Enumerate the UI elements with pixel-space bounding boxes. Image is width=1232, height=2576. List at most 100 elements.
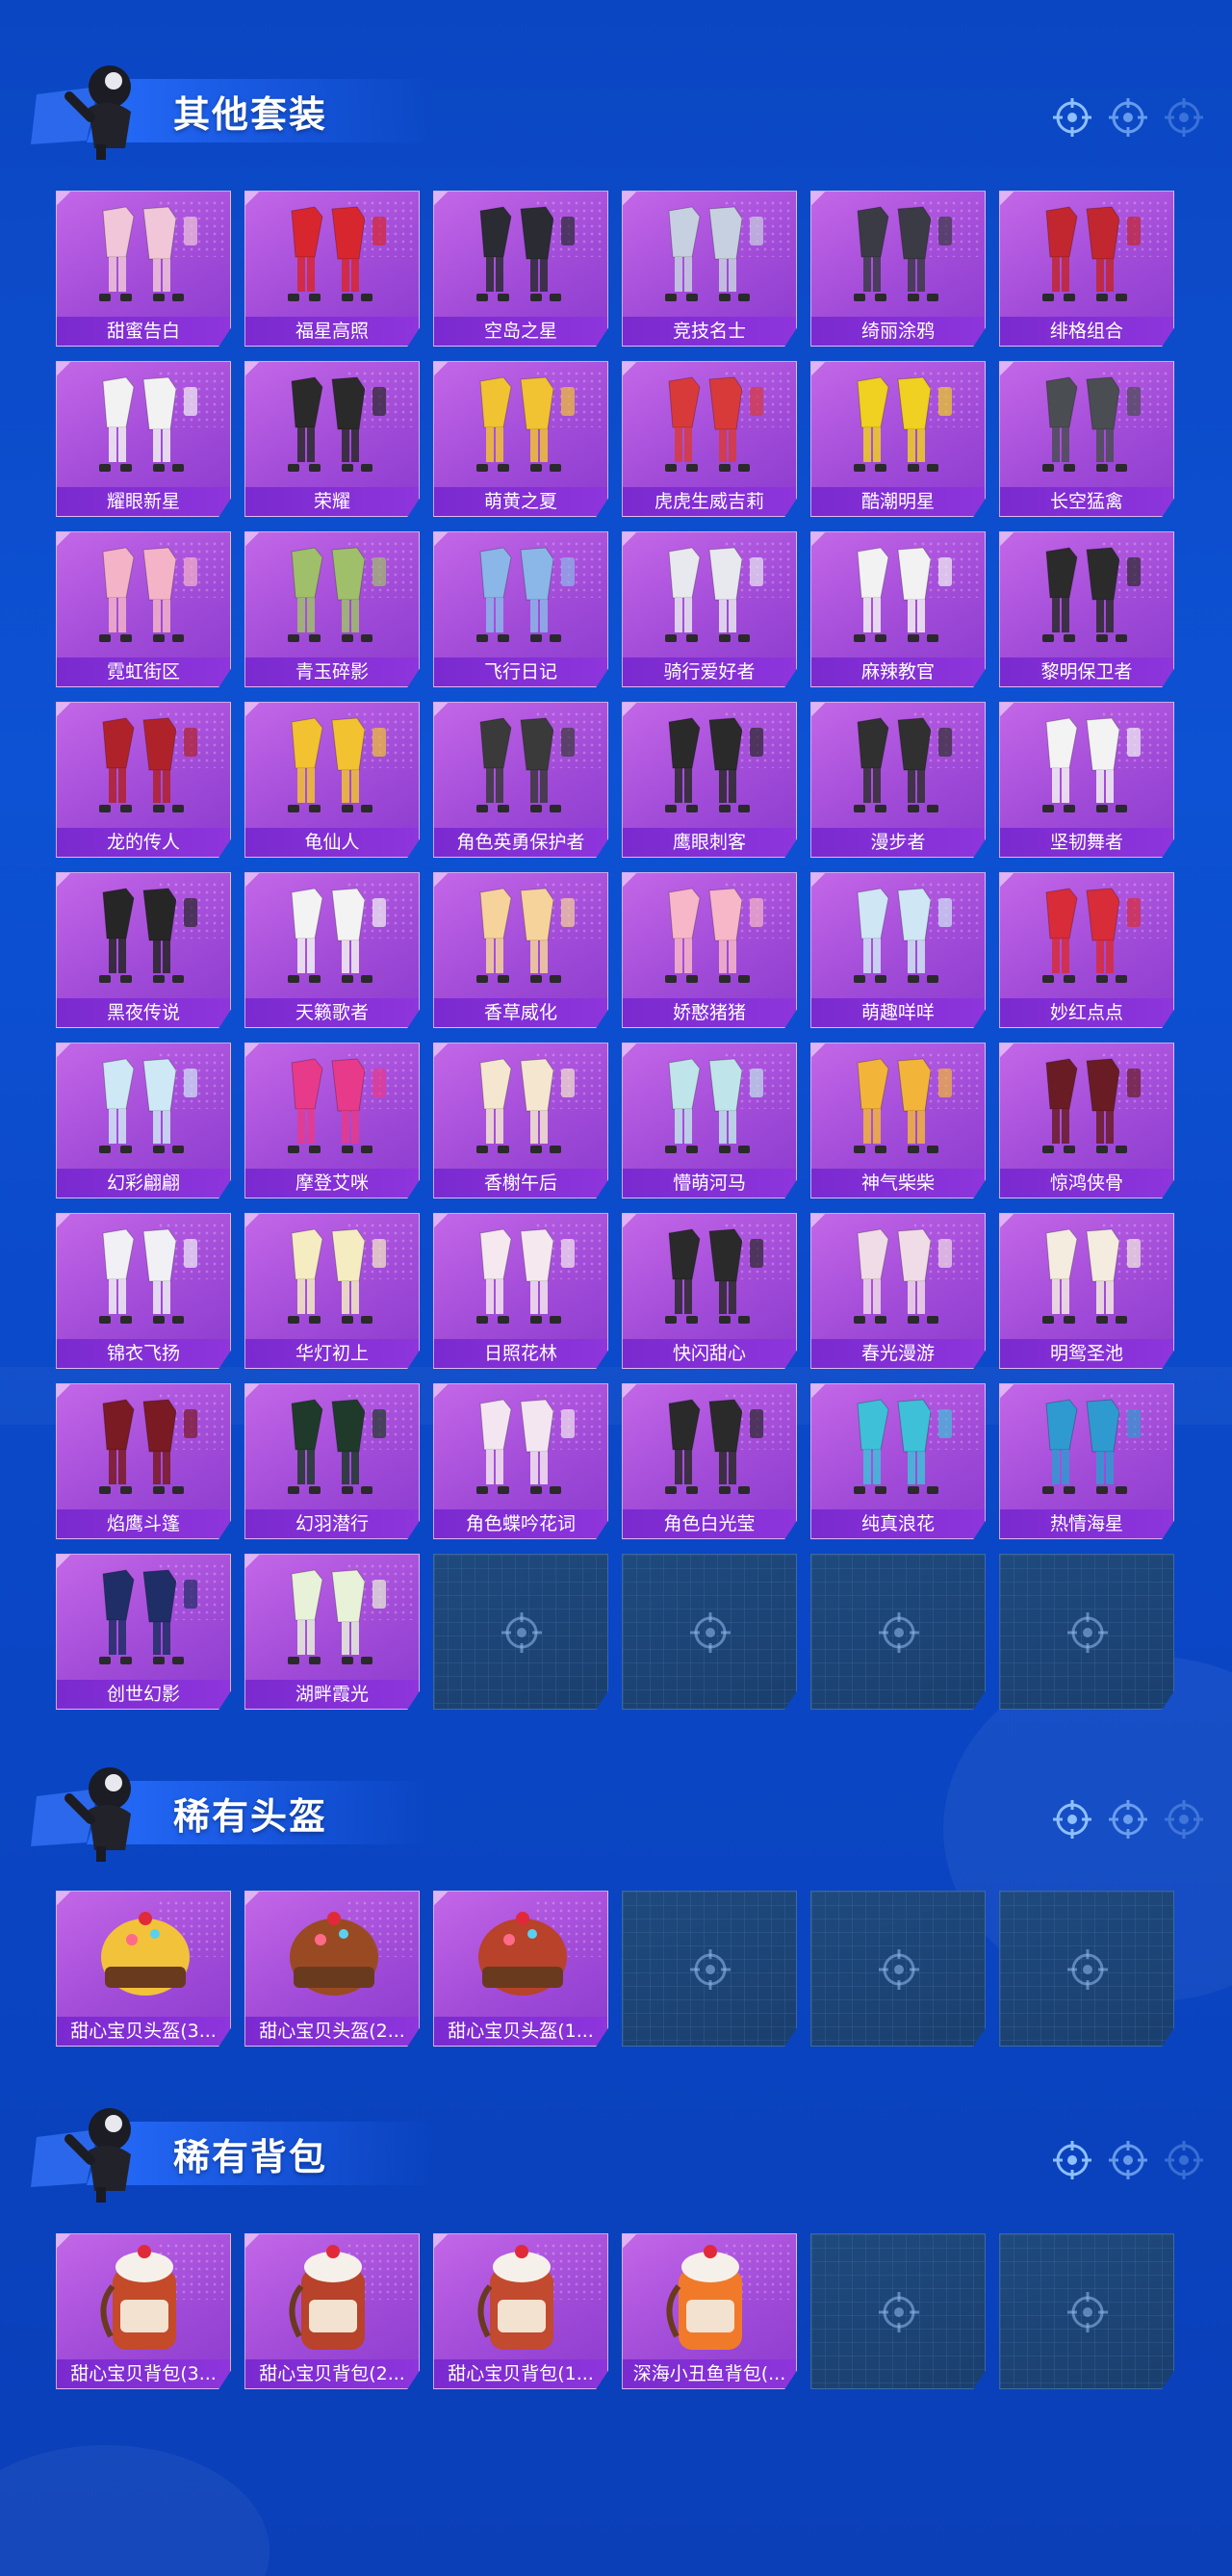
item-card[interactable]: 坚韧舞者 <box>999 702 1174 858</box>
item-name: 甜蜜告白 <box>57 317 230 346</box>
item-card[interactable]: 甜心宝贝头盔(2... <box>244 1891 420 2047</box>
item-name: 日照花林 <box>434 1339 607 1368</box>
item-card[interactable]: 华灯初上 <box>244 1213 420 1369</box>
item-card[interactable]: 幻彩翩翩 <box>56 1043 231 1198</box>
helmet-art-icon <box>478 1912 567 1996</box>
item-name: 角色英勇保护者 <box>434 828 607 857</box>
card-corner-accent <box>245 1384 263 1402</box>
item-card[interactable]: 幻羽潜行 <box>244 1383 420 1539</box>
item-card[interactable]: 神气柴柴 <box>810 1043 986 1198</box>
item-card[interactable]: 甜蜜告白 <box>56 191 231 347</box>
item-grid: 甜心宝贝背包(3... 甜心宝贝背包(2... 甜心宝贝背包(1... 深海小丑… <box>56 2233 1174 2389</box>
item-card[interactable]: 角色白光莹 <box>622 1383 797 1539</box>
page: 其他套装 甜蜜告白 福星高照 空岛之星 竞技名士 绮丽涂鸦 绯格组合 耀眼新星 … <box>0 0 1232 2576</box>
card-corner-accent <box>245 2234 263 2252</box>
card-corner-accent <box>57 2234 74 2252</box>
item-card[interactable]: 香榭午后 <box>433 1043 608 1198</box>
empty-slot <box>999 2233 1174 2389</box>
reticle-icon <box>1053 2141 1091 2179</box>
item-card[interactable]: 甜心宝贝背包(1... <box>433 2233 608 2389</box>
item-card[interactable]: 荣耀 <box>244 361 420 517</box>
reticle-icon <box>1053 1800 1091 1839</box>
item-card[interactable]: 摩登艾咪 <box>244 1043 420 1198</box>
item-card[interactable]: 空岛之星 <box>433 191 608 347</box>
item-card[interactable]: 湖畔霞光 <box>244 1554 420 1710</box>
card-corner-accent <box>811 362 829 379</box>
outfit-art-icon <box>665 376 763 472</box>
item-card[interactable]: 萌趣咩咩 <box>810 872 986 1028</box>
empty-slot <box>810 1554 986 1710</box>
card-corner-accent <box>434 1384 451 1402</box>
card-corner-accent <box>434 703 451 720</box>
card-corner-accent <box>245 532 263 550</box>
item-name: 娇憨猪猪 <box>623 998 796 1027</box>
item-card[interactable]: 酷潮明星 <box>810 361 986 517</box>
item-card[interactable]: 妙红点点 <box>999 872 1174 1028</box>
item-name: 甜心宝贝头盔(1... <box>434 2017 607 2046</box>
item-card[interactable]: 纯真浪花 <box>810 1383 986 1539</box>
item-name: 萌黄之夏 <box>434 487 607 516</box>
item-card[interactable]: 霓虹街区 <box>56 531 231 687</box>
item-card[interactable]: 福星高照 <box>244 191 420 347</box>
item-card[interactable]: 明鸳圣池 <box>999 1213 1174 1369</box>
item-card[interactable]: 甜心宝贝头盔(3... <box>56 1891 231 2047</box>
item-card[interactable]: 青玉碎影 <box>244 531 420 687</box>
item-card[interactable]: 甜心宝贝头盔(1... <box>433 1891 608 2047</box>
card-corner-accent <box>1000 703 1017 720</box>
item-card[interactable]: 黎明保卫者 <box>999 531 1174 687</box>
item-card[interactable]: 骑行爱好者 <box>622 531 797 687</box>
item-card[interactable]: 娇憨猪猪 <box>622 872 797 1028</box>
item-card[interactable]: 长空猛禽 <box>999 361 1174 517</box>
item-card[interactable]: 竞技名士 <box>622 191 797 347</box>
section-title: 其他套装 <box>173 93 328 136</box>
item-name: 甜心宝贝头盔(2... <box>245 2017 419 2046</box>
item-card[interactable]: 耀眼新星 <box>56 361 231 517</box>
item-name: 妙红点点 <box>1000 998 1173 1027</box>
item-card[interactable]: 焰鹰斗篷 <box>56 1383 231 1539</box>
item-card[interactable]: 春光漫游 <box>810 1213 986 1369</box>
item-card[interactable]: 萌黄之夏 <box>433 361 608 517</box>
card-corner-accent <box>434 1214 451 1231</box>
item-card[interactable]: 创世幻影 <box>56 1554 231 1710</box>
item-card[interactable]: 漫步者 <box>810 702 986 858</box>
item-card[interactable]: 黑夜传说 <box>56 872 231 1028</box>
backpack-art-icon <box>289 2245 365 2350</box>
card-corner-accent <box>1000 1043 1017 1061</box>
item-card[interactable]: 绮丽涂鸦 <box>810 191 986 347</box>
item-name: 绯格组合 <box>1000 317 1173 346</box>
item-card[interactable]: 热情海星 <box>999 1383 1174 1539</box>
item-name: 惊鸿侠骨 <box>1000 1169 1173 1198</box>
item-card[interactable]: 麻辣教官 <box>810 531 986 687</box>
item-card[interactable]: 甜心宝贝背包(2... <box>244 2233 420 2389</box>
outfit-art-icon <box>665 1399 763 1494</box>
item-card[interactable]: 快闪甜心 <box>622 1213 797 1369</box>
item-card[interactable]: 虎虎生威吉莉 <box>622 361 797 517</box>
outfit-art-icon <box>854 376 952 472</box>
item-card[interactable]: 角色蝶吟花词 <box>433 1383 608 1539</box>
section-header: 其他套装 <box>0 48 1232 160</box>
item-card[interactable]: 绯格组合 <box>999 191 1174 347</box>
item-card[interactable]: 惊鸿侠骨 <box>999 1043 1174 1198</box>
item-card[interactable]: 鹰眼刺客 <box>622 702 797 858</box>
item-card[interactable]: 香草威化 <box>433 872 608 1028</box>
card-corner-accent <box>1000 1214 1017 1231</box>
item-card[interactable]: 龙的传人 <box>56 702 231 858</box>
item-card[interactable]: 懵萌河马 <box>622 1043 797 1198</box>
item-card[interactable]: 角色英勇保护者 <box>433 702 608 858</box>
item-card[interactable]: 甜心宝贝背包(3... <box>56 2233 231 2389</box>
item-card[interactable]: 飞行日记 <box>433 531 608 687</box>
item-card[interactable]: 锦衣飞扬 <box>56 1213 231 1369</box>
item-name: 华灯初上 <box>245 1339 419 1368</box>
card-corner-accent <box>623 1214 640 1231</box>
item-name: 荣耀 <box>245 487 419 516</box>
card-corner-accent <box>1000 873 1017 890</box>
item-card[interactable]: 天籁歌者 <box>244 872 420 1028</box>
section-header: 稀有背包 <box>0 2091 1232 2202</box>
item-name: 香草威化 <box>434 998 607 1027</box>
outfit-art-icon <box>1042 376 1141 472</box>
outfit-art-icon <box>288 1228 386 1324</box>
item-card[interactable]: 深海小丑鱼背包(... <box>622 2233 797 2389</box>
card-corner-accent <box>623 532 640 550</box>
item-card[interactable]: 龟仙人 <box>244 702 420 858</box>
item-card[interactable]: 日照花林 <box>433 1213 608 1369</box>
